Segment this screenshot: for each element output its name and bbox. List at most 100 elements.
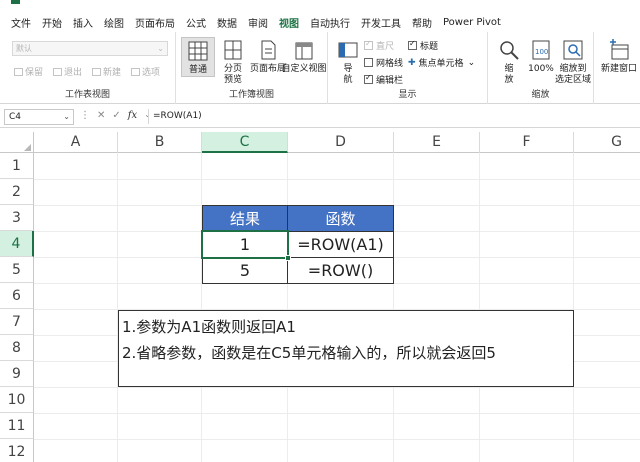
table-cell-d5[interactable]: =ROW(): [287, 257, 394, 284]
insert-function-icon[interactable]: fx: [128, 110, 137, 121]
row-header-2[interactable]: 2: [0, 179, 34, 205]
chevron-down-icon: ⌄: [467, 57, 476, 68]
formula-bar: C4 ⌄ ⋮ ✕ ✓ fx ⌄ =ROW(A1): [0, 106, 640, 128]
tab-data[interactable]: 数据: [217, 15, 237, 30]
new-window-button[interactable]: 新建窗口: [598, 37, 640, 75]
tab-formulas[interactable]: 公式: [186, 15, 206, 30]
sheet-view-group: 默认 ⌄ 保留 退出 新建 选项 工作表视图: [0, 32, 176, 104]
enter-icon[interactable]: ✓: [112, 110, 120, 121]
column-header-f[interactable]: F: [480, 132, 574, 153]
row-header-8[interactable]: 8: [0, 335, 34, 361]
gridline: [34, 179, 640, 180]
keep-label: 保留: [25, 68, 44, 78]
row-header-10[interactable]: 10: [0, 387, 34, 413]
new-button[interactable]: 新建: [92, 65, 121, 78]
options-icon: [131, 68, 141, 76]
note-line-2: 2.省略参数，函数是在C5单元格输入的，所以就会返回5: [122, 344, 496, 362]
row-header-12[interactable]: 12: [0, 439, 34, 462]
page-break-preview-button[interactable]: 分页 预览: [216, 37, 250, 86]
gridline: [287, 153, 288, 462]
row-header-5[interactable]: 5: [0, 257, 34, 283]
worksheet-grid[interactable]: A B C D E F G 1 2 3 4 5 6 7 8 9 10 11 12…: [0, 132, 640, 462]
ruler-label: 直尺: [376, 42, 395, 52]
note-textbox[interactable]: 1.参数为A1函数则返回A1 2.省略参数，函数是在C5单元格输入的，所以就会返…: [118, 310, 574, 387]
normal-view-icon: [187, 40, 209, 62]
tab-home[interactable]: 开始: [42, 15, 62, 30]
tab-automate[interactable]: 自动执行: [310, 15, 350, 30]
name-box[interactable]: C4 ⌄: [4, 109, 74, 125]
table-cell-c4[interactable]: 1: [202, 231, 288, 258]
row-header-4[interactable]: 4: [0, 231, 34, 257]
sheet-view-dropdown[interactable]: 默认 ⌄: [12, 41, 168, 56]
gridline: [34, 439, 640, 440]
new-window-icon: [608, 39, 630, 61]
zoom-button[interactable]: 缩 放: [492, 37, 526, 86]
table-header-function[interactable]: 函数: [287, 205, 394, 232]
row-header-3[interactable]: 3: [0, 205, 34, 231]
gridline: [34, 413, 640, 414]
zoom-selection-label-1: 缩放到: [559, 64, 587, 74]
normal-view-button[interactable]: 普通: [181, 37, 215, 77]
table-cell-d4[interactable]: =ROW(A1): [287, 231, 394, 258]
row-header-9[interactable]: 9: [0, 361, 34, 387]
column-header-b[interactable]: B: [118, 132, 202, 153]
new-icon: [92, 68, 102, 76]
formula-bar-check-icon: [364, 73, 373, 84]
workbook-view-group: 普通 分页 预览 页面布局 自定义视图 工作簿视图: [176, 32, 328, 104]
gridline: [573, 153, 574, 462]
focus-cell-icon: ✚: [408, 57, 416, 68]
row-header-1[interactable]: 1: [0, 153, 34, 179]
custom-views-label: 自定义视图: [281, 64, 327, 74]
column-header-g[interactable]: G: [574, 132, 640, 153]
note-line-1: 1.参数为A1函数则返回A1: [122, 318, 296, 336]
navigation-button[interactable]: 导 航: [331, 37, 365, 86]
ruler-checkbox[interactable]: 直尺: [364, 39, 394, 52]
tab-draw[interactable]: 绘图: [104, 15, 124, 30]
focus-cell-button[interactable]: ✚ 焦点单元格 ⌄: [408, 56, 476, 70]
tab-insert[interactable]: 插入: [73, 15, 93, 30]
tab-developer[interactable]: 开发工具: [361, 15, 401, 30]
sheet-view-group-label: 工作表视图: [64, 90, 110, 100]
formula-buttons: ⋮ ✕ ✓ fx ⌄: [80, 110, 151, 121]
chevron-down-icon: ⌄: [63, 112, 70, 121]
zoom-group-label: 缩放: [531, 90, 550, 100]
show-group-label: 显示: [398, 90, 417, 100]
name-box-value: C4: [9, 112, 22, 122]
exit-button[interactable]: 退出: [53, 65, 82, 78]
new-window-label: 新建窗口: [600, 64, 637, 74]
table-header-result[interactable]: 结果: [202, 205, 288, 232]
tab-review[interactable]: 审阅: [248, 15, 268, 30]
zoom-label-2: 放: [504, 75, 514, 85]
sheet-view-buttons: 保留 退出 新建 选项: [14, 65, 160, 78]
page-layout-icon: [257, 39, 279, 61]
ruler-check-icon: [364, 39, 373, 50]
custom-views-button[interactable]: 自定义视图: [281, 37, 327, 75]
show-group: 导 航 直尺 网格线 编辑栏 标题 ✚焦点单元格⌄ 显示: [328, 32, 488, 104]
tab-file[interactable]: 文件: [11, 15, 31, 30]
row-header-6[interactable]: 6: [0, 283, 34, 309]
keep-button[interactable]: 保留: [14, 65, 43, 78]
formula-input[interactable]: =ROW(A1): [153, 111, 202, 121]
zoom-to-selection-button[interactable]: 缩放到 选定区域: [552, 37, 594, 86]
tab-view[interactable]: 视图: [279, 15, 299, 34]
gridlines-label: 网格线: [376, 59, 404, 69]
column-header-c[interactable]: C: [202, 132, 288, 153]
headings-checkbox[interactable]: 标题: [408, 39, 438, 52]
cancel-icon[interactable]: ✕: [97, 110, 105, 121]
gridlines-checkbox[interactable]: 网格线: [364, 56, 403, 69]
column-header-a[interactable]: A: [34, 132, 118, 153]
formula-bar-checkbox[interactable]: 编辑栏: [364, 73, 403, 86]
column-header-d[interactable]: D: [288, 132, 394, 153]
row-header-11[interactable]: 11: [0, 413, 34, 439]
zoom-group: 缩 放 100 100% 缩放到 选定区域 缩放: [488, 32, 594, 104]
column-header-e[interactable]: E: [394, 132, 480, 153]
select-all-button[interactable]: [0, 132, 34, 153]
row-header-7[interactable]: 7: [0, 309, 34, 335]
tab-power-pivot[interactable]: Power Pivot: [443, 17, 501, 28]
headings-label: 标题: [420, 42, 439, 52]
tab-help[interactable]: 帮助: [412, 15, 432, 30]
options-button[interactable]: 选项: [131, 65, 160, 78]
tab-page-layout[interactable]: 页面布局: [135, 15, 175, 30]
table-cell-c5[interactable]: 5: [202, 257, 288, 284]
options-label: 选项: [142, 68, 161, 78]
